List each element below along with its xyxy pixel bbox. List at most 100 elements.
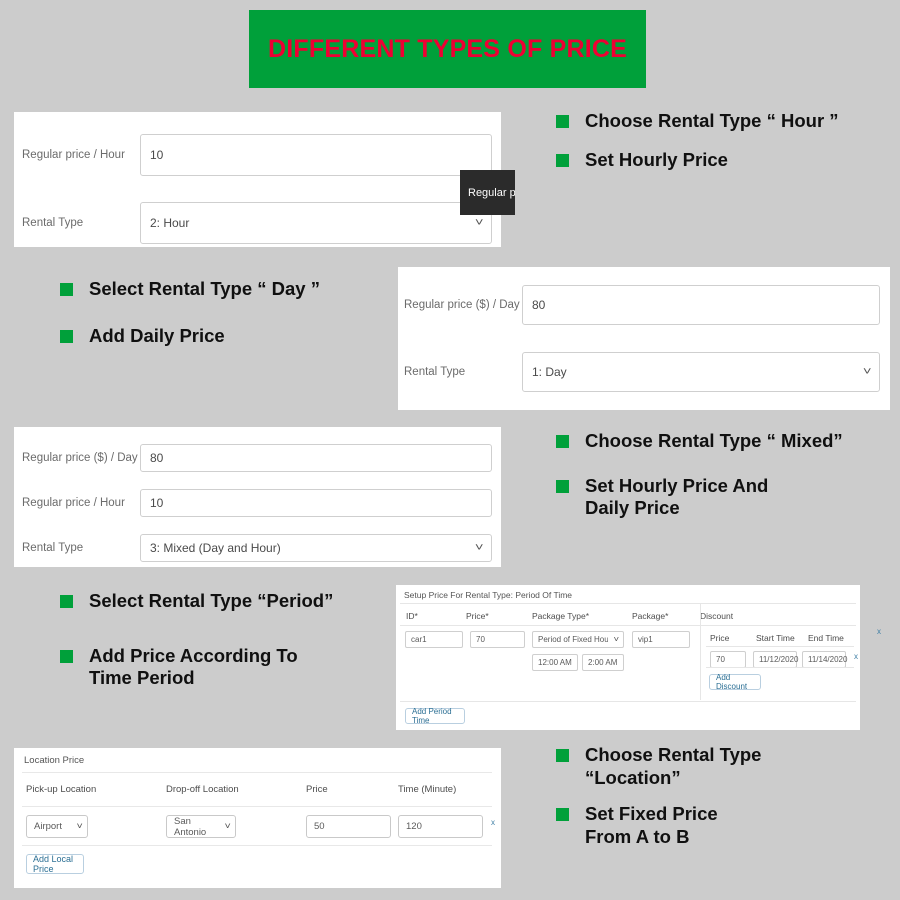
dropoff-location-value: San Antonio (174, 815, 207, 838)
column-header-price: Price* (466, 611, 489, 621)
mixed-day-price-input[interactable]: 80 (140, 444, 492, 472)
discount-column-end-time: End Time (808, 633, 844, 643)
bullet-label: Set Hourly Price And Daily Price (585, 474, 769, 519)
divider (400, 625, 856, 626)
chevron-down-icon: ˅ (613, 634, 620, 644)
bullet-label: Select Rental Type “ Day ” (89, 278, 320, 299)
remove-location-row-button[interactable]: x (491, 818, 495, 827)
add-period-time-button[interactable]: Add Period Time (405, 707, 465, 725)
column-header-time: Time (Minute) (398, 784, 457, 795)
hour-rental-type-select[interactable]: 2: Hour ˅ (140, 202, 492, 244)
mixed-hour-price-input[interactable]: 10 (140, 489, 492, 517)
list-item: Set Hourly Price And Daily Price (556, 475, 900, 520)
list-item: Choose Rental Type “ Hour ” (556, 110, 896, 133)
divider (700, 604, 701, 700)
divider (22, 806, 492, 807)
day-rental-type-value: 1: Day (532, 365, 567, 379)
day-rental-type-label: Rental Type (404, 366, 466, 378)
bullet-label: Choose Rental Type “ Mixed” (585, 430, 843, 451)
day-pricing-panel: Regular price ($) / Day 80 Rental Type 1… (398, 267, 890, 410)
mixed-rental-type-row: Rental Type 3: Mixed (Day and Hour) ˅ (22, 534, 492, 562)
bullet-label: Set Fixed Price From A to B (585, 803, 718, 847)
add-discount-button[interactable]: Add Discount (709, 673, 761, 691)
chevron-down-icon: ˅ (76, 821, 83, 831)
period-price-input[interactable]: 70 (470, 631, 525, 648)
bullet-square-icon (60, 283, 73, 296)
period-package-type-value: Period of Fixed Hours in day (538, 635, 609, 644)
hour-price-input[interactable]: 10 (140, 134, 492, 176)
chevron-down-icon: ˅ (862, 365, 872, 378)
remove-discount-row-button[interactable]: x (854, 652, 858, 661)
bullet-square-icon (60, 649, 73, 663)
discount-end-time-input[interactable]: 11/14/2020 (802, 651, 847, 668)
divider (400, 701, 856, 702)
period-bullets: Select Rental Type “Period” Add Price Ac… (60, 590, 400, 690)
divider (706, 667, 854, 668)
bullet-label: Choose Rental Type “ Hour ” (585, 110, 839, 131)
dropoff-location-select[interactable]: San Antonio ˅ (166, 815, 236, 838)
column-header-id: ID* (406, 611, 418, 621)
bullet-square-icon (556, 435, 569, 448)
mixed-rental-type-value: 3: Mixed (Day and Hour) (150, 541, 281, 555)
hour-price-label: Regular price / Hour (22, 149, 125, 161)
divider (22, 845, 492, 846)
mixed-day-price-label: Regular price ($) / Day (22, 452, 138, 464)
pickup-location-value: Airport (34, 821, 62, 832)
divider (22, 772, 492, 773)
discount-column-price: Price (710, 633, 730, 643)
bullet-square-icon (556, 479, 569, 493)
mixed-rental-type-select[interactable]: 3: Mixed (Day and Hour) ˅ (140, 534, 492, 562)
hour-rental-type-value: 2: Hour (150, 216, 190, 230)
bullet-label: Add Daily Price (89, 324, 225, 346)
divider (400, 603, 856, 604)
period-pricing-panel: Setup Price For Rental Type: Period Of T… (396, 585, 881, 730)
location-price-input[interactable]: 50 (306, 815, 391, 838)
bullet-square-icon (60, 595, 73, 608)
period-end-hour-input[interactable]: 2:00 AM (582, 654, 624, 671)
bullet-square-icon (556, 115, 569, 128)
period-package-type-select[interactable]: Period of Fixed Hours in day ˅ (532, 631, 624, 648)
bullet-square-icon (556, 153, 569, 167)
day-price-input[interactable]: 80 (522, 285, 880, 325)
location-bullets: Choose Rental Type “Location” Set Fixed … (556, 744, 896, 848)
period-id-input[interactable]: car1 (405, 631, 463, 648)
mixed-day-price-row: Regular price ($) / Day 80 (22, 444, 492, 472)
mixed-pricing-panel: Regular price ($) / Day 80 Regular price… (14, 427, 501, 567)
mixed-bullets: Choose Rental Type “ Mixed” Set Hourly P… (556, 430, 900, 520)
list-item: Select Rental Type “ Day ” (60, 278, 390, 301)
divider (706, 646, 854, 647)
bullet-square-icon (60, 329, 73, 343)
discount-start-time-input[interactable]: 11/12/2020 (753, 651, 798, 668)
column-header-package-type: Package Type* (532, 611, 590, 621)
location-time-input[interactable]: 120 (398, 815, 483, 838)
discount-column-start-time: Start Time (756, 633, 795, 643)
period-start-hour-input[interactable]: 12:00 AM (532, 654, 578, 671)
list-item: Select Rental Type “Period” (60, 590, 400, 613)
hour-price-row: Regular price / Hour 10 (22, 134, 492, 176)
page-title-banner: DIFFERENT TYPES OF PRICE (249, 10, 646, 88)
list-item: Choose Rental Type “ Mixed” (556, 430, 900, 453)
chevron-down-icon: ˅ (474, 541, 484, 554)
hour-bullets: Choose Rental Type “ Hour ” Set Hourly P… (556, 110, 896, 171)
bullet-square-icon (556, 808, 569, 822)
column-header-dropoff: Drop-off Location (166, 784, 239, 795)
page-title: DIFFERENT TYPES OF PRICE (268, 34, 627, 63)
day-rental-type-select[interactable]: 1: Day ˅ (522, 352, 880, 392)
period-panel-title: Setup Price For Rental Type: Period Of T… (404, 590, 573, 600)
mixed-hour-price-row: Regular price / Hour 10 (22, 489, 492, 517)
period-package-input[interactable]: vip1 (632, 631, 690, 648)
day-bullets: Select Rental Type “ Day ” Add Daily Pri… (60, 278, 390, 347)
list-item: Add Price According To Time Period (60, 645, 400, 690)
bullet-label: Choose Rental Type “Location” (585, 744, 762, 788)
bullet-label: Add Price According To Time Period (89, 644, 298, 689)
remove-period-row-button[interactable]: x (877, 627, 881, 636)
location-pricing-panel: Location Price Pick-up Location Drop-off… (14, 748, 501, 888)
location-panel-title: Location Price (24, 755, 85, 766)
column-header-package: Package* (632, 611, 669, 621)
mixed-rental-type-label: Rental Type (22, 542, 84, 554)
pickup-location-select[interactable]: Airport ˅ (26, 815, 88, 838)
list-item: Set Fixed Price From A to B (556, 803, 896, 848)
add-local-price-button[interactable]: Add Local Price (26, 854, 84, 874)
bullet-square-icon (556, 749, 569, 762)
discount-price-input[interactable]: 70 (710, 651, 746, 668)
